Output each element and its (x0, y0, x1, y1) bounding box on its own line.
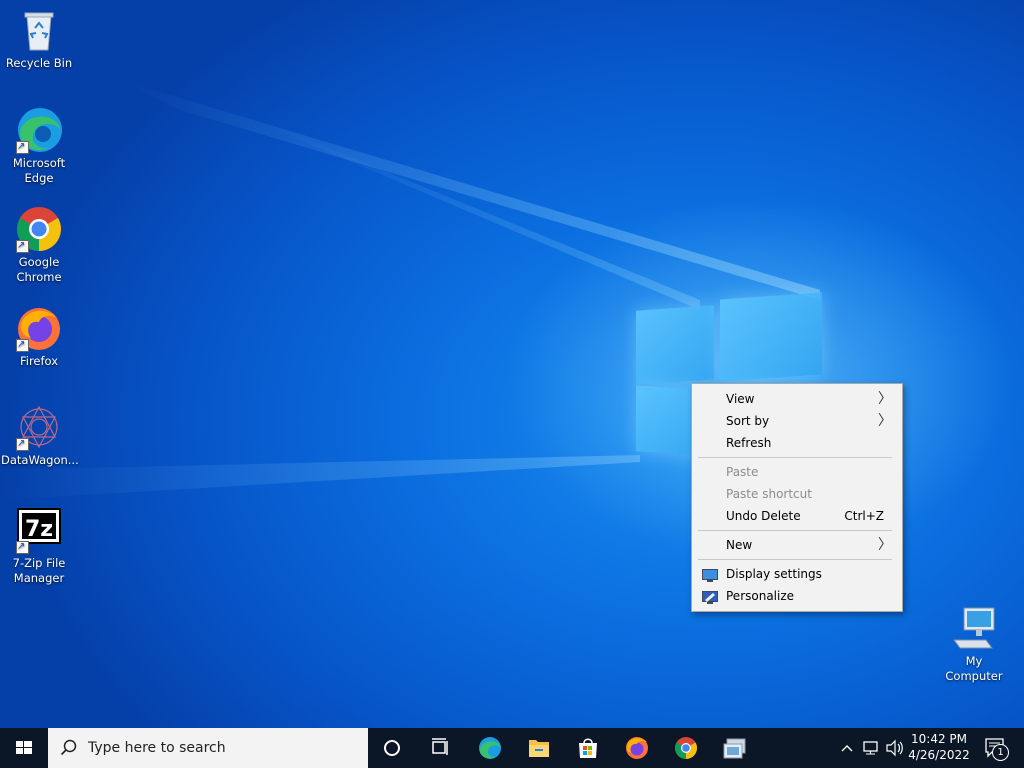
firefox-icon (626, 737, 648, 759)
chevron-right-icon: 〉 (878, 391, 892, 407)
firefox-icon (15, 304, 63, 352)
task-view-button[interactable] (416, 728, 464, 768)
7zip-icon: 7z (15, 506, 63, 554)
menu-separator (698, 559, 892, 560)
notification-count-badge: 1 (992, 744, 1009, 761)
menu-item-label: View (726, 392, 755, 406)
menu-item-label: Refresh (726, 436, 772, 450)
search-icon (60, 739, 77, 756)
desktop-icon-chrome[interactable]: Google Chrome (1, 205, 77, 285)
desktop-icon-datawagon[interactable]: DataWagon... (1, 403, 79, 468)
icon-label: DataWagon... (1, 453, 79, 467)
menu-item-undo-delete[interactable]: Undo Delete Ctrl+Z (692, 505, 902, 527)
taskbar-firefox[interactable] (613, 728, 661, 768)
taskbar-chrome[interactable] (662, 728, 710, 768)
menu-item-label: Sort by (726, 414, 770, 428)
search-placeholder: Type here to search (88, 740, 226, 756)
edge-icon (15, 106, 63, 154)
menu-separator (698, 457, 892, 458)
chevron-right-icon: 〉 (878, 537, 892, 553)
wallpaper-light-beams (0, 80, 820, 500)
taskbar-file-explorer[interactable] (515, 728, 563, 768)
personalize-icon (702, 589, 718, 604)
computer-icon (950, 604, 998, 652)
clock[interactable]: 10:42 PM 4/26/2022 (906, 731, 972, 763)
edge-icon (479, 737, 501, 759)
display-icon (702, 567, 718, 582)
menu-item-view[interactable]: View 〉 (692, 388, 902, 410)
file-explorer-icon (529, 740, 549, 757)
desktop-icon-my-computer[interactable]: My Computer (936, 604, 1012, 684)
menu-item-label: Paste shortcut (726, 487, 812, 501)
chrome-icon (15, 205, 63, 253)
desktop-icon-7zip[interactable]: 7z 7-Zip File Manager (1, 506, 77, 586)
desktop-icon-recycle-bin[interactable]: Recycle Bin (1, 6, 77, 71)
desktop-icon-edge[interactable]: Microsoft Edge (1, 106, 77, 186)
icon-label: My Computer (945, 654, 1003, 683)
menu-item-paste-shortcut[interactable]: Paste shortcut (692, 483, 902, 505)
menu-item-personalize[interactable]: Personalize (692, 585, 902, 607)
task-view-icon (432, 738, 448, 755)
taskbar-edge[interactable] (466, 728, 514, 768)
icon-label: Google Chrome (16, 255, 62, 284)
desktop-icon-firefox[interactable]: Firefox (1, 304, 77, 369)
menu-item-new[interactable]: New 〉 (692, 534, 902, 556)
show-hidden-icons-button[interactable] (836, 728, 858, 768)
menu-item-label: Display settings (726, 567, 822, 581)
menu-item-refresh[interactable]: Refresh (692, 432, 902, 454)
recycle-bin-icon (15, 6, 63, 54)
svg-text:7z: 7z (25, 517, 53, 542)
icon-label: 7-Zip File Manager (12, 556, 66, 585)
icon-label: Recycle Bin (5, 56, 73, 70)
volume-button[interactable] (884, 728, 906, 768)
chevron-up-icon (841, 745, 853, 752)
taskbar-search-box[interactable]: Type here to search (48, 728, 368, 768)
menu-item-label: Undo Delete (726, 509, 801, 523)
menu-item-display-settings[interactable]: Display settings (692, 563, 902, 585)
windows-start-icon (16, 741, 32, 754)
menu-item-paste[interactable]: Paste (692, 461, 902, 483)
menu-item-label: Paste (726, 465, 759, 479)
icon-label: Microsoft Edge (12, 156, 66, 185)
desktop[interactable]: Recycle Bin Microsoft Edge Google Chrome (0, 0, 1024, 728)
chrome-icon (675, 737, 697, 759)
network-icon (863, 741, 878, 755)
menu-item-label: Personalize (726, 589, 795, 603)
menu-item-label: New (726, 538, 753, 552)
clock-time: 10:42 PM (911, 732, 967, 746)
chevron-right-icon: 〉 (878, 413, 892, 429)
network-status-button[interactable] (860, 728, 882, 768)
speaker-icon (886, 739, 903, 757)
taskbar-network-app[interactable] (711, 728, 759, 768)
desktop-context-menu: View 〉 Sort by 〉 Refresh Paste Paste sho… (691, 383, 903, 612)
taskbar: Type here to search 10:42 PM 4/26/2022 1 (0, 728, 1024, 768)
action-center-button[interactable]: 1 (976, 728, 1024, 768)
menu-item-shortcut: Ctrl+Z (844, 509, 884, 523)
icon-label: Firefox (19, 354, 59, 368)
cortana-icon (384, 740, 400, 756)
store-icon (579, 738, 597, 758)
clock-date: 4/26/2022 (908, 748, 970, 762)
taskbar-store[interactable] (564, 728, 612, 768)
start-button[interactable] (0, 728, 48, 768)
network-app-icon (723, 738, 746, 759)
menu-item-sort-by[interactable]: Sort by 〉 (692, 410, 902, 432)
cortana-button[interactable] (368, 728, 416, 768)
datawagon-icon (15, 403, 63, 451)
menu-separator (698, 530, 892, 531)
